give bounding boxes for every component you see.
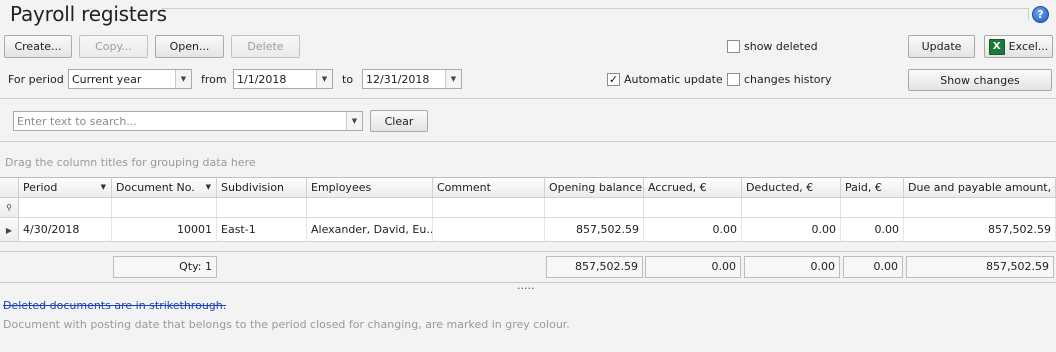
to-date-value: 12/31/2018: [366, 72, 430, 86]
column-header-period[interactable]: Period ▼: [19, 178, 112, 198]
row-indicator-icon[interactable]: ▶: [0, 218, 19, 242]
splitter-handle[interactable]: ·····: [517, 283, 534, 294]
table-row-accrued[interactable]: 0.00: [644, 218, 742, 242]
clear-button[interactable]: Clear: [370, 110, 428, 132]
copy-button[interactable]: Copy...: [79, 35, 148, 58]
table-row-period[interactable]: 4/30/2018: [19, 218, 112, 242]
automatic-update-label: Automatic update: [624, 73, 723, 86]
show-deleted-checkbox[interactable]: [727, 40, 740, 53]
changes-history-checkbox[interactable]: [727, 73, 740, 86]
from-date-value: 1/1/2018: [237, 72, 287, 86]
total-qty: Qty: 1: [113, 256, 217, 278]
column-header-subdivision[interactable]: Subdivision: [217, 178, 307, 198]
excel-button-label: Excel...: [1008, 40, 1049, 53]
payroll-grid: Period ▼ Document No. ▼ Subdivision Employ…: [0, 177, 1056, 242]
filter-cell-document-no[interactable]: [112, 198, 217, 218]
column-header-label: Document No.: [116, 181, 195, 194]
update-button[interactable]: Update: [908, 35, 975, 58]
from-date-field[interactable]: 1/1/2018 ▼: [233, 69, 333, 89]
excel-button[interactable]: X Excel...: [984, 35, 1053, 58]
column-header-label: Period: [23, 181, 58, 194]
total-accrued: 0.00: [645, 256, 741, 278]
filter-cell-comment[interactable]: [433, 198, 545, 218]
total-paid: 0.00: [843, 256, 903, 278]
column-header-accrued[interactable]: Accrued, €: [644, 178, 742, 198]
column-header-comment[interactable]: Comment: [433, 178, 545, 198]
title-divider-end: [1028, 8, 1029, 20]
chevron-down-icon[interactable]: ▼: [346, 112, 362, 130]
table-row-subdivision[interactable]: East-1: [217, 218, 307, 242]
filter-cell-period[interactable]: [19, 198, 112, 218]
filter-cell-due[interactable]: [904, 198, 1056, 218]
table-row-deducted[interactable]: 0.00: [742, 218, 841, 242]
filter-icon: ⚲: [0, 198, 19, 218]
period-select-value: Current year: [72, 72, 142, 86]
table-row-document-no[interactable]: 10001: [112, 218, 217, 242]
filter-cell-deducted[interactable]: [742, 198, 841, 218]
from-label: from: [201, 73, 227, 86]
automatic-update-checkbox[interactable]: ✓: [607, 73, 620, 86]
to-label: to: [342, 73, 354, 86]
filter-cell-subdivision[interactable]: [217, 198, 307, 218]
column-header-paid[interactable]: Paid, €: [841, 178, 904, 198]
column-header-document-no[interactable]: Document No. ▼: [112, 178, 217, 198]
delete-button[interactable]: Delete: [231, 35, 300, 58]
help-icon[interactable]: ?: [1032, 6, 1049, 23]
column-header-due-payable[interactable]: Due and payable amount, €: [904, 178, 1056, 198]
grid-empty-area: [0, 241, 1056, 251]
filter-cell-opening[interactable]: [545, 198, 644, 218]
show-deleted-label: show deleted: [744, 40, 818, 53]
deleted-note: Deleted documents are in strikethrough.: [3, 299, 227, 312]
chevron-down-icon[interactable]: ▼: [175, 70, 191, 88]
total-opening: 857,502.59: [546, 256, 643, 278]
table-row-opening[interactable]: 857,502.59: [545, 218, 644, 242]
title-divider: [162, 8, 1028, 9]
filter-cell-accrued[interactable]: [644, 198, 742, 218]
header-indicator: [0, 178, 19, 198]
search-placeholder: Enter text to search...: [17, 114, 137, 128]
chevron-down-icon[interactable]: ▼: [316, 70, 332, 88]
filter-cell-employees[interactable]: [307, 198, 433, 218]
closed-period-note: Document with posting date that belongs …: [3, 318, 570, 331]
to-date-field[interactable]: 12/31/2018 ▼: [362, 69, 462, 89]
filter-cell-paid[interactable]: [841, 198, 904, 218]
total-due: 857,502.59: [906, 256, 1054, 278]
column-header-employees[interactable]: Employees: [307, 178, 433, 198]
search-input[interactable]: Enter text to search... ▼: [13, 111, 363, 131]
period-label: For period: [8, 73, 64, 86]
sort-down-icon: ▼: [205, 183, 211, 191]
group-hint: Drag the column titles for grouping data…: [5, 156, 256, 169]
sort-down-icon: ▼: [100, 183, 106, 191]
total-deducted: 0.00: [744, 256, 840, 278]
table-row-due[interactable]: 857,502.59: [904, 218, 1056, 242]
column-header-opening-balance[interactable]: Opening balance,: [545, 178, 644, 198]
open-button[interactable]: Open...: [155, 35, 224, 58]
table-row-employees[interactable]: Alexander, David, Eu...: [307, 218, 433, 242]
excel-icon: X: [988, 38, 1005, 55]
table-row-comment[interactable]: [433, 218, 545, 242]
show-changes-button[interactable]: Show changes: [908, 69, 1052, 91]
chevron-down-icon[interactable]: ▼: [445, 70, 461, 88]
create-button[interactable]: Create...: [4, 35, 72, 58]
page-title: Payroll registers: [10, 2, 167, 26]
table-row-paid[interactable]: 0.00: [841, 218, 904, 242]
period-select[interactable]: Current year ▼: [68, 69, 192, 89]
column-header-deducted[interactable]: Deducted, €: [742, 178, 841, 198]
changes-history-label: changes history: [744, 73, 832, 86]
